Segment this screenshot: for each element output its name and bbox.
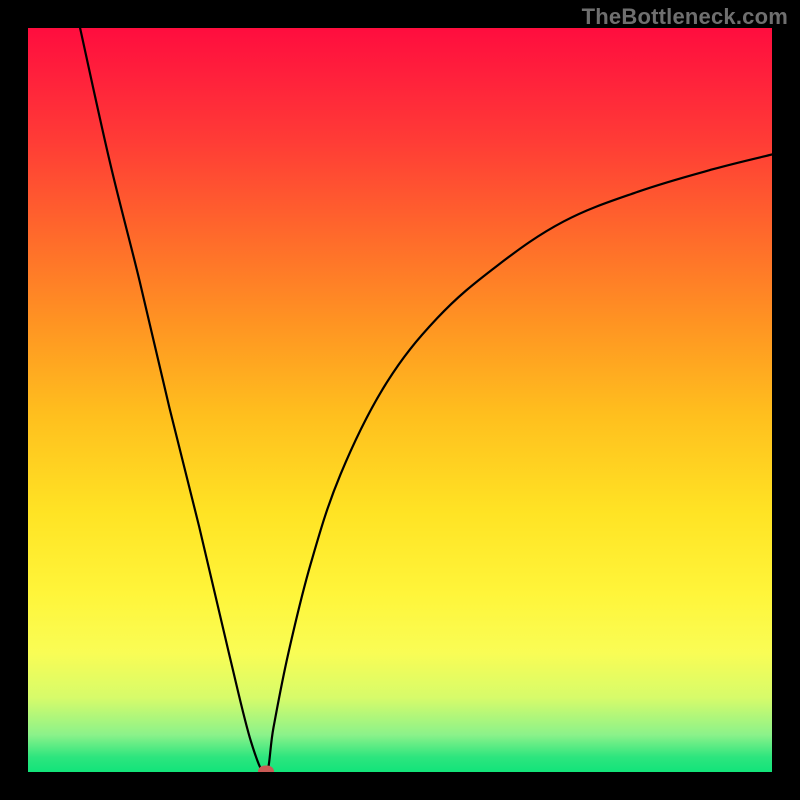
bottleneck-curve bbox=[28, 28, 772, 772]
plot-area bbox=[28, 28, 772, 772]
watermark-text: TheBottleneck.com bbox=[582, 4, 788, 30]
curve-path bbox=[80, 28, 772, 772]
chart-frame: TheBottleneck.com bbox=[0, 0, 800, 800]
optimum-marker bbox=[258, 766, 274, 773]
